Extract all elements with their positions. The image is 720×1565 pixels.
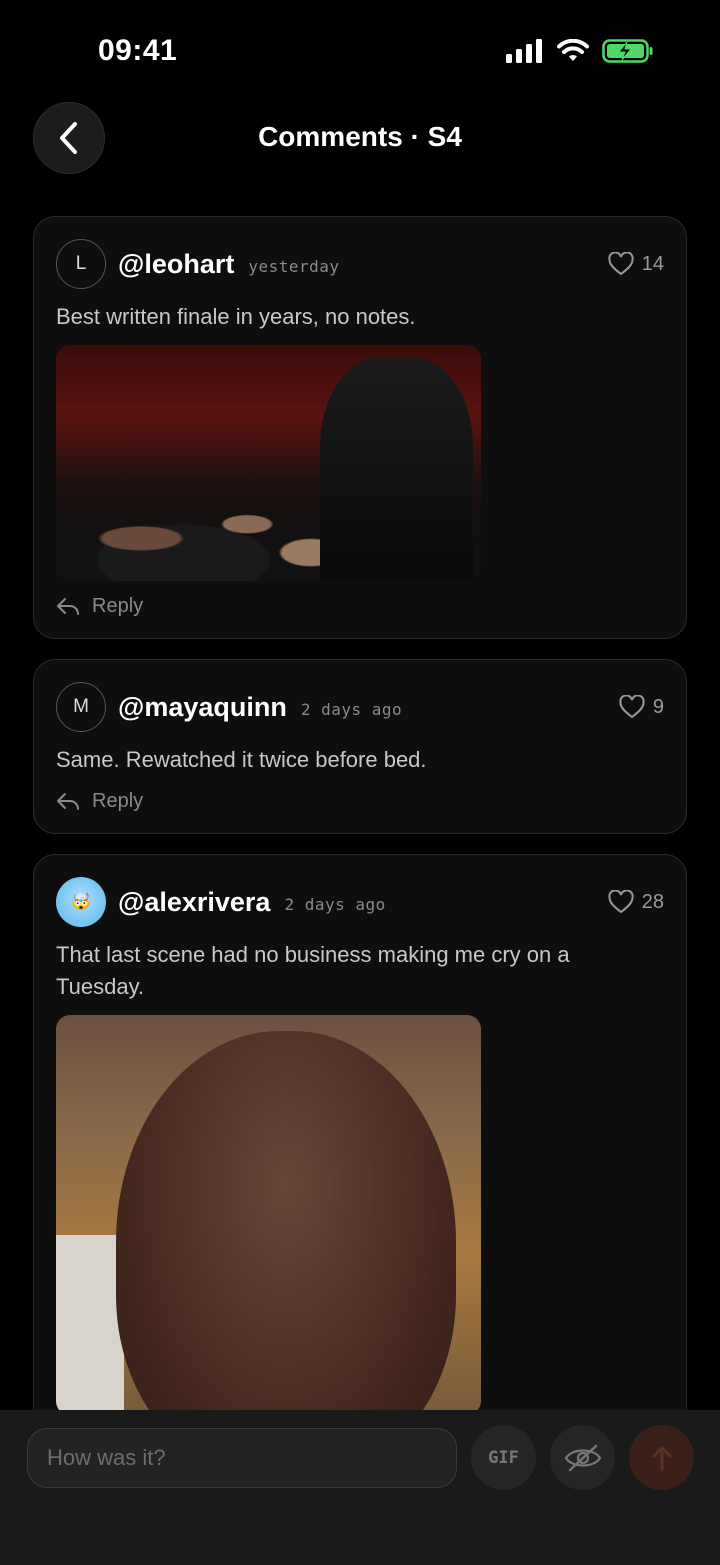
comment-composer: How was it? GIF (0, 1410, 720, 1565)
spoiler-toggle-button[interactable] (550, 1425, 615, 1490)
heart-icon (608, 252, 634, 276)
avatar[interactable]: M (56, 682, 106, 732)
comment-text: Same. Rewatched it twice before bed. (56, 747, 427, 772)
comment-card: L @leohart yesterday 14 Best written fin… (33, 216, 687, 639)
avatar-emoji: 🤯 (71, 894, 91, 911)
battery-charging-icon (602, 39, 653, 63)
reply-label: Reply (92, 595, 144, 617)
avatar[interactable]: 🤯 (56, 877, 106, 927)
comment-card: M @mayaquinn 2 days ago 9 Same. Rewatche… (33, 659, 687, 834)
gif-wall (56, 1235, 124, 1415)
comment-timestamp: yesterday (248, 256, 340, 276)
comment-header: L @leohart yesterday 14 (56, 239, 664, 289)
comment-card: 🤯 @alexrivera 2 days ago 28 That last sc… (33, 854, 687, 1436)
comment-input[interactable]: How was it? (27, 1428, 457, 1488)
reply-button[interactable]: Reply (56, 595, 664, 618)
page-title: Comments · S4 (258, 121, 462, 152)
eye-off-icon (564, 1444, 601, 1471)
heart-icon (608, 890, 634, 914)
comment-username[interactable]: @leohart (118, 249, 234, 280)
gif-figure (319, 356, 473, 581)
like-count: 14 (641, 252, 664, 275)
comment-list: L @leohart yesterday 14 Best written fin… (33, 216, 687, 1456)
comment-username[interactable]: @alexrivera (118, 887, 270, 918)
reply-icon (57, 792, 79, 810)
status-time: 09:41 (98, 34, 178, 67)
comment-header: M @mayaquinn 2 days ago 9 (56, 682, 664, 732)
like-count: 28 (641, 890, 664, 913)
comment-username[interactable]: @mayaquinn (118, 692, 287, 723)
like-button[interactable]: 9 (619, 695, 664, 719)
wifi-icon (557, 39, 589, 61)
comment-header: 🤯 @alexrivera 2 days ago 28 (56, 877, 664, 927)
status-bar: 09:41 (0, 0, 720, 100)
comment-timestamp: 2 days ago (300, 699, 403, 719)
avatar[interactable]: L (56, 239, 106, 289)
reply-button[interactable]: Reply (56, 790, 664, 813)
gif-crying-man[interactable] (56, 1015, 481, 1415)
comment-timestamp: 2 days ago (284, 894, 386, 914)
status-icons (506, 38, 654, 64)
reply-label: Reply (92, 790, 144, 812)
heart-icon (619, 695, 645, 719)
reply-icon (57, 597, 79, 615)
comment-text: Best written finale in years, no notes. (56, 304, 416, 329)
gif-face (115, 1031, 456, 1415)
gif-audience-applause[interactable] (56, 345, 481, 581)
comment-text: That last scene had no business making m… (56, 942, 570, 999)
like-button[interactable]: 28 (608, 890, 664, 914)
signal-icon (506, 39, 542, 63)
gif-button[interactable]: GIF (471, 1425, 536, 1490)
arrow-up-icon (652, 1446, 671, 1470)
like-count: 9 (652, 695, 664, 718)
like-button[interactable]: 14 (608, 252, 664, 276)
send-button[interactable] (629, 1425, 694, 1490)
